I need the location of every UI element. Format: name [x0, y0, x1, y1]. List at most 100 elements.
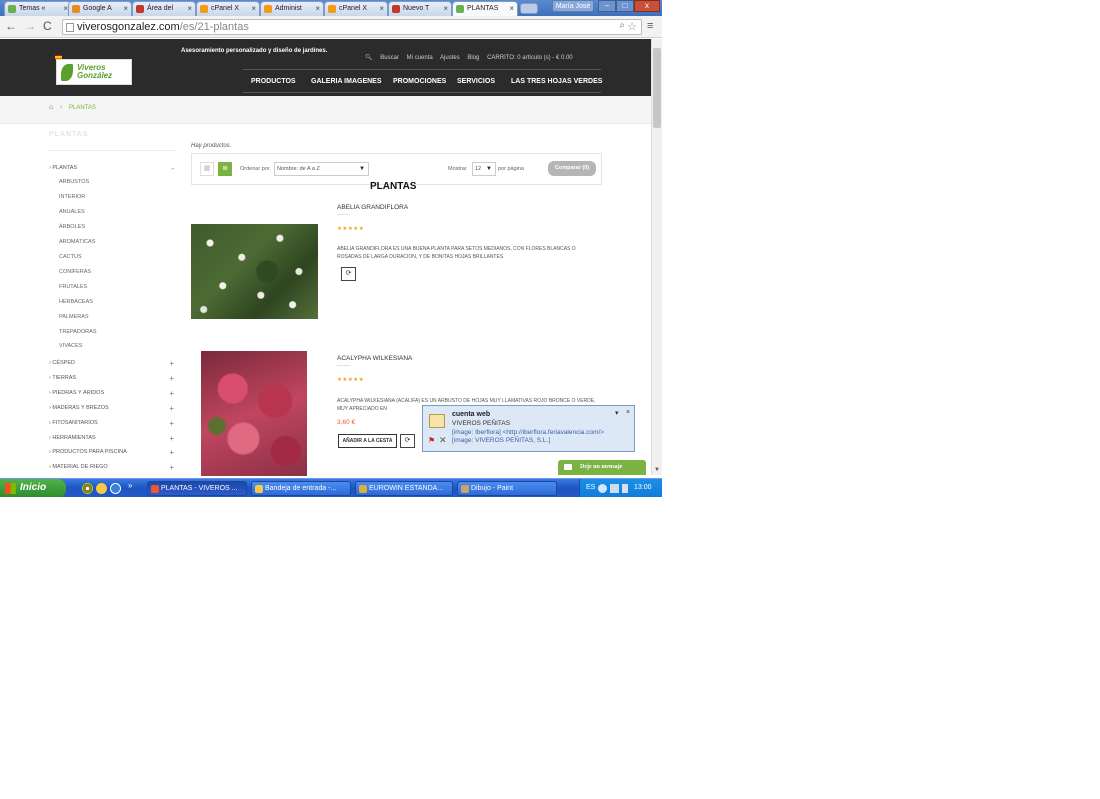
subcategory-item[interactable]: VIVACES — [59, 343, 82, 349]
subcategory-item[interactable]: FRUTALES — [59, 284, 87, 290]
category-item[interactable]: › PIEDRAS Y ÁRIDOS + — [49, 389, 176, 398]
site-logo[interactable]: Viveros González — [56, 59, 132, 85]
collapse-icon[interactable]: - — [171, 164, 174, 173]
nav-productos[interactable]: PRODUCTOS — [251, 78, 296, 85]
subcategory-item[interactable]: INTERIOR — [59, 194, 85, 200]
expand-icon[interactable]: + — [169, 374, 174, 383]
subcategory-item[interactable]: PALMERAS — [59, 314, 89, 320]
browser-menu-icon[interactable]: ≡ — [647, 20, 653, 32]
subcategory-item[interactable]: TREPADORAS — [59, 329, 97, 335]
nav-servicios[interactable]: SERVICIOS — [457, 78, 495, 85]
taskbar-item[interactable]: Dibujo - Paint — [457, 481, 557, 496]
subcategory-item[interactable]: ÁRBOLES — [59, 224, 85, 230]
subcategory-item[interactable]: HERBÁCEAS — [59, 299, 93, 305]
product-name[interactable]: ACALYPHA WILKESIANA — [337, 355, 412, 362]
volume-icon[interactable] — [622, 484, 628, 493]
subcategory-item[interactable]: CONÍFERAS — [59, 269, 91, 275]
reload-icon[interactable]: C — [43, 19, 52, 33]
add-to-cart-button[interactable]: AÑADIR A LA CESTA — [338, 434, 397, 448]
dropdown-icon[interactable]: ▾ — [615, 409, 619, 417]
browser-tab[interactable]: Nuevo T × — [388, 1, 452, 16]
close-icon[interactable]: × — [626, 409, 630, 416]
back-arrow-icon[interactable]: ← — [5, 19, 17, 33]
browser-tab[interactable]: Temas «× — [4, 1, 72, 16]
quick-view-button[interactable]: ⟳ — [400, 434, 415, 448]
category-item[interactable]: › MATERIAL DE RIEGO + — [49, 463, 176, 472]
subcategory-item[interactable]: CACTUS — [59, 254, 82, 260]
browser-tab[interactable]: Google A × — [68, 1, 132, 16]
close-icon[interactable]: × — [379, 2, 384, 16]
category-item[interactable]: › HERRAMIENTAS + — [49, 434, 176, 443]
close-icon[interactable]: × — [315, 2, 320, 16]
compare-button[interactable]: Comparar (0) — [548, 161, 596, 176]
nav-galeria[interactable]: GALERIA IMAGENES — [311, 78, 382, 85]
close-icon[interactable]: × — [509, 2, 514, 16]
more-icon[interactable]: » — [128, 481, 132, 490]
start-button[interactable]: Inicio — [0, 479, 66, 497]
help-icon[interactable] — [598, 484, 607, 493]
ie-icon[interactable] — [110, 483, 121, 494]
expand-icon[interactable]: + — [169, 389, 174, 398]
category-item[interactable]: › PRODUCTOS PARA PISCINA + — [49, 448, 176, 457]
home-icon[interactable]: ⌂ — [49, 104, 53, 111]
chrome-icon[interactable] — [82, 483, 93, 494]
close-icon[interactable]: × — [187, 2, 192, 16]
new-tab-button[interactable] — [520, 3, 538, 14]
network-icon[interactable] — [610, 484, 619, 493]
search-link[interactable]: Buscar — [380, 55, 399, 61]
subcategory-item[interactable]: ANUALES — [59, 209, 85, 215]
scroll-down-icon[interactable]: ▼ — [654, 467, 660, 473]
subcategory-item[interactable]: AROMÁTICAS — [59, 239, 95, 245]
address-bar[interactable]: viverosgonzalez.com/es/21-plantas ⌕ ☆ — [62, 19, 642, 35]
sort-select[interactable]: Nombre: de A a Z ▼ — [274, 162, 369, 176]
close-icon[interactable]: × — [123, 2, 128, 16]
browser-tab[interactable]: cPanel X × — [196, 1, 260, 16]
expand-icon[interactable]: + — [169, 404, 174, 413]
search-icon[interactable]: 🔍︎ — [365, 55, 373, 61]
quick-view-button[interactable]: ⟳ — [341, 267, 356, 281]
account-link[interactable]: Mi cuenta — [407, 55, 433, 61]
leave-message-button[interactable]: Deje un mensaje — [558, 460, 646, 475]
nav-promociones[interactable]: PROMOCIONES — [393, 78, 446, 85]
subcategory-item[interactable]: ARBUSTOS — [59, 179, 89, 185]
taskbar-item[interactable]: EUROWIN ESTANDA... — [355, 481, 453, 496]
expand-icon[interactable]: + — [169, 419, 174, 428]
mail-notification[interactable]: cuenta web VIVEROS PEÑITAS [image: Iberf… — [422, 405, 635, 452]
taskbar-item[interactable]: Bandeja de entrada -... — [251, 481, 351, 496]
forward-arrow-icon[interactable]: → — [24, 19, 36, 33]
flag-icon[interactable]: ⚑ — [428, 436, 435, 445]
close-icon[interactable]: × — [251, 2, 256, 16]
product-name[interactable]: ABELIA GRANDIFLORA — [337, 204, 408, 211]
category-item[interactable]: › FITOSANITARIOS + — [49, 419, 176, 428]
product-image[interactable] — [191, 224, 318, 319]
category-item[interactable]: › CÉSPED + — [49, 359, 176, 368]
minimize-button[interactable]: – — [598, 0, 616, 12]
expand-icon[interactable]: + — [169, 359, 174, 368]
settings-link[interactable]: Ajustes — [440, 55, 460, 61]
category-plantas[interactable]: › PLANTAS - — [49, 164, 176, 173]
product-image[interactable] — [201, 351, 307, 476]
browser-user-badge[interactable]: María José — [552, 0, 594, 12]
nav-tres-hojas[interactable]: LAS TRES HOJAS VERDES — [511, 78, 602, 85]
expand-icon[interactable]: + — [169, 448, 174, 457]
delete-icon[interactable]: ✕ — [439, 435, 447, 446]
page-scrollbar[interactable]: ▼ — [651, 39, 662, 475]
browser-tab[interactable]: Área del × — [132, 1, 196, 16]
maximize-button[interactable]: □ — [616, 0, 634, 12]
per-page-select[interactable]: 12 ▼ — [472, 162, 496, 176]
zoom-icon[interactable]: ⌕ — [619, 20, 625, 31]
browser-tab[interactable]: Administ × — [260, 1, 324, 16]
cart-link[interactable]: CARRITO: 0 artículo (s) - € 0.00 — [487, 55, 573, 61]
scrollbar-thumb[interactable] — [653, 48, 661, 128]
language-indicator[interactable]: ES — [586, 479, 595, 497]
blog-link[interactable]: Blog — [467, 55, 479, 61]
bookmark-star-icon[interactable]: ☆ — [627, 20, 637, 33]
browser-tab[interactable]: cPanel X × — [324, 1, 388, 16]
expand-icon[interactable]: + — [169, 463, 174, 472]
list-view-icon[interactable]: ≣ — [218, 162, 232, 176]
outlook-icon[interactable] — [96, 483, 107, 494]
expand-icon[interactable]: + — [169, 434, 174, 443]
category-item[interactable]: › MADERAS Y BREZOS + — [49, 404, 176, 413]
browser-tab-active[interactable]: PLANTAS × — [452, 1, 518, 16]
taskbar-item[interactable]: PLANTAS - VIVEROS ... — [147, 481, 247, 496]
